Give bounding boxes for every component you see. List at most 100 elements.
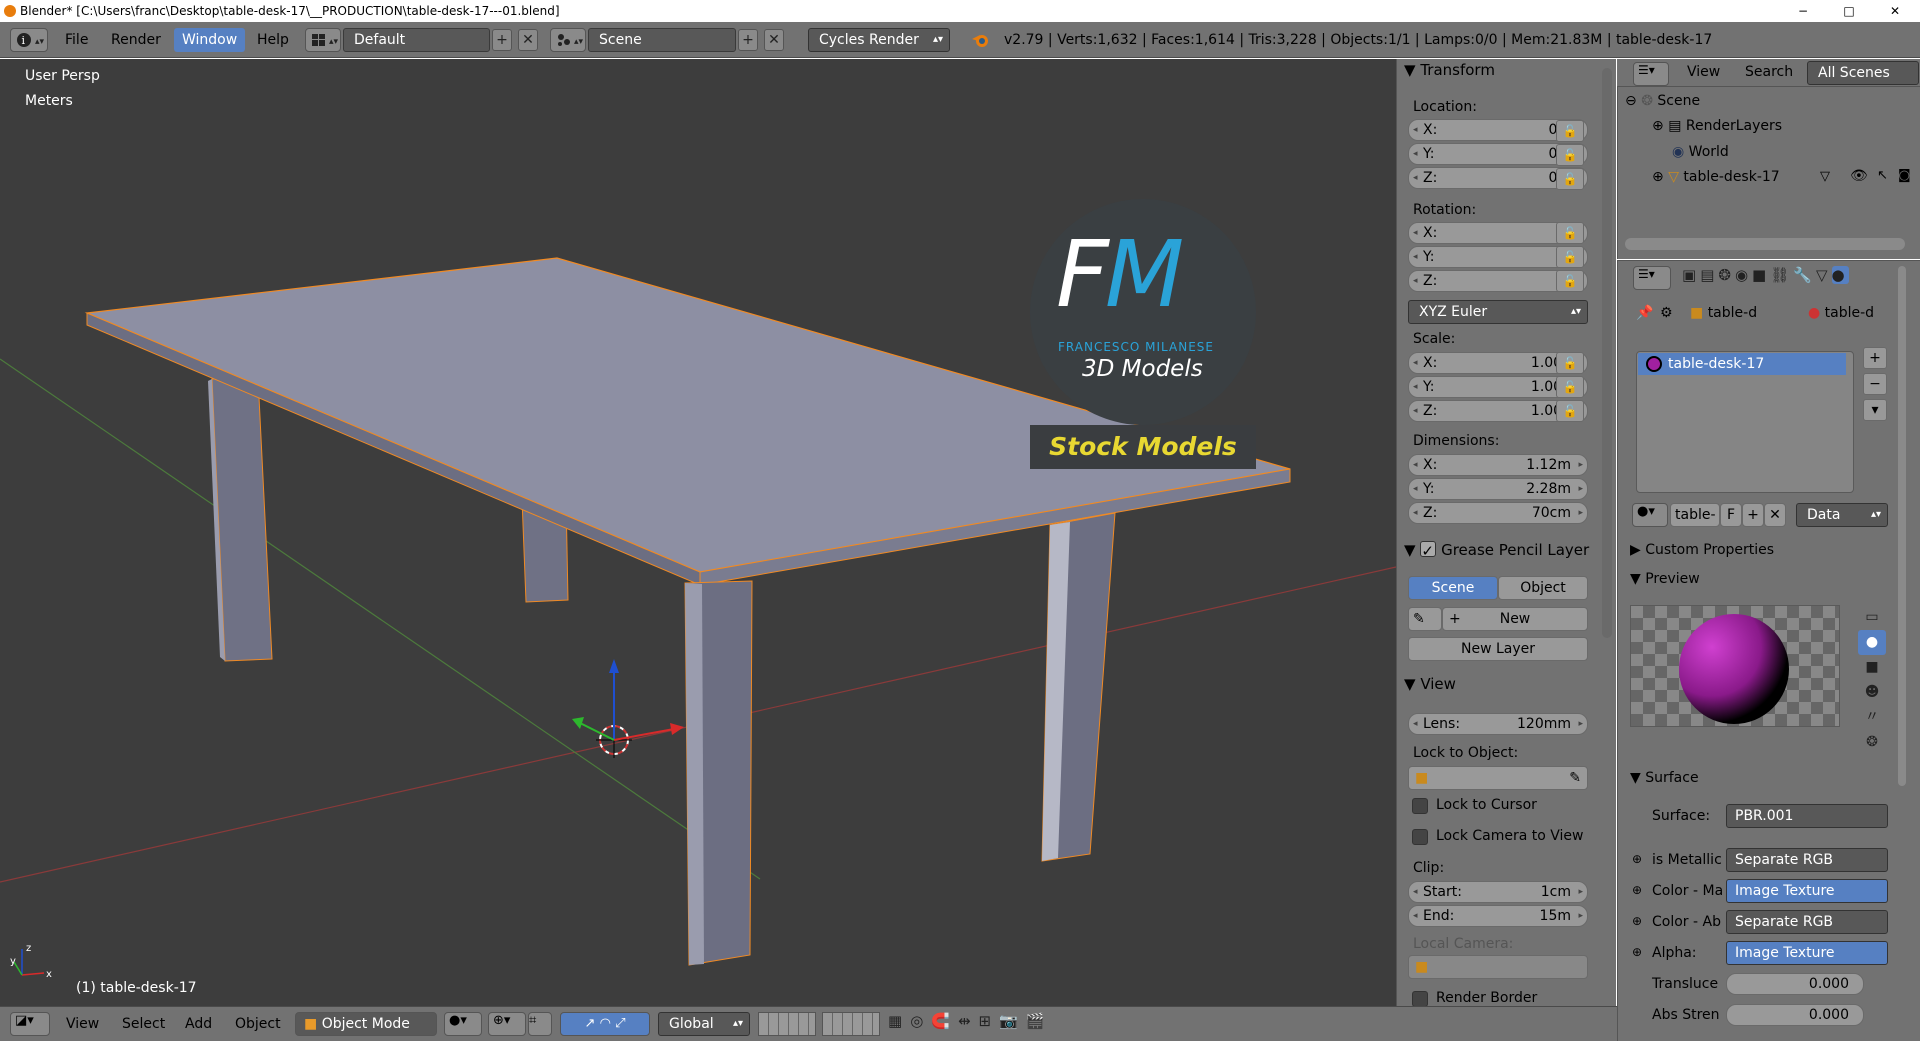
menu-render[interactable]: Render	[111, 32, 161, 48]
lock-camera-checkbox[interactable]	[1412, 829, 1428, 845]
lock-rotation-z-icon[interactable]: 🔓	[1556, 270, 1584, 292]
modifiers-tab-icon[interactable]: 🔧	[1793, 266, 1816, 284]
opengl-anim-icon[interactable]: 🎬	[1026, 1012, 1053, 1030]
manipulator-modes[interactable]: ↗ ◠ ⤢	[560, 1012, 650, 1036]
data-tab-icon[interactable]: ▽	[1816, 266, 1832, 284]
add-material-slot-button[interactable]: +	[1863, 347, 1887, 369]
expand-input-icon[interactable]: ⊕	[1632, 945, 1642, 959]
renderable-camera-icon[interactable]: ◙	[1898, 168, 1911, 183]
material-name-field[interactable]: table-	[1670, 503, 1720, 527]
lock-location-x-icon[interactable]: 🔓	[1556, 120, 1584, 142]
object-tab-icon[interactable]: ■	[1752, 266, 1770, 284]
expand-input-icon[interactable]: ⊕	[1632, 883, 1642, 897]
translucency-field[interactable]: 0.000	[1726, 973, 1864, 995]
preview-header[interactable]: ▼ Preview	[1630, 571, 1700, 587]
material-slot-item[interactable]: table-desk-17	[1638, 353, 1846, 375]
lens-field[interactable]: ◂ Lens: 120mm ▸	[1408, 713, 1588, 735]
bottom-menu-select[interactable]: Select	[122, 1016, 165, 1032]
remove-material-slot-button[interactable]: −	[1863, 373, 1887, 395]
gp-browse-button[interactable]: ✎	[1408, 607, 1442, 631]
surface-shader-dropdown[interactable]: PBR.001	[1726, 804, 1888, 828]
transform-manipulator[interactable]	[572, 659, 684, 741]
lock-cursor-checkbox[interactable]	[1412, 798, 1428, 814]
outliner-search-menu[interactable]: Search	[1745, 64, 1793, 80]
lock-rotation-x-icon[interactable]: 🔓	[1556, 222, 1584, 244]
lock-scale-x-icon[interactable]: 🔓	[1556, 352, 1584, 374]
translate-icon[interactable]: ↗	[585, 1016, 596, 1031]
layout-name-field[interactable]: Default	[343, 28, 490, 52]
local-camera-field[interactable]: ■	[1408, 955, 1588, 979]
input-metallic-dropdown[interactable]: Separate RGB	[1726, 848, 1888, 872]
properties-editor-type-button[interactable]: ☰▾	[1633, 266, 1671, 290]
lock-scale-z-icon[interactable]: 🔓	[1556, 400, 1584, 422]
dimensions-x-field[interactable]: ◂ X: 1.12m ▸	[1408, 454, 1588, 476]
lock-rotation-y-icon[interactable]: 🔓	[1556, 246, 1584, 268]
spheres-preview-icon[interactable]: ❂	[1858, 730, 1886, 755]
snap-tools[interactable]: ▦◎🧲⇹⊞📷🎬	[888, 1012, 1088, 1036]
input-color-ab-dropdown[interactable]: Separate RGB	[1726, 910, 1888, 934]
scene-name-field[interactable]: Scene	[588, 28, 736, 52]
material-specials-button[interactable]: ▾	[1863, 399, 1887, 421]
layers-grid-2[interactable]	[822, 1012, 880, 1036]
add-scene-button[interactable]: +	[738, 29, 758, 51]
manipulator-toggle-icon[interactable]: ⌗	[528, 1012, 552, 1036]
outliner-item-table-desk[interactable]: ⊕ ▽ table-desk-17	[1652, 166, 1912, 188]
layers-grid-1[interactable]	[758, 1012, 816, 1036]
gp-new-layer-button[interactable]: New Layer	[1408, 637, 1588, 661]
gp-object-tab[interactable]: Object	[1498, 576, 1588, 600]
sphere-preview-icon[interactable]: ●	[1858, 630, 1886, 655]
3d-view-editor-type-button[interactable]: ◪▾	[10, 1012, 50, 1036]
viewport-shading-dropdown[interactable]: ●▾	[444, 1012, 482, 1036]
outliner-item-world[interactable]: ◉ World	[1672, 141, 1912, 163]
clip-start-field[interactable]: ◂ Start: 1cm ▸	[1408, 881, 1588, 903]
properties-scrollbar[interactable]	[1898, 266, 1906, 786]
bottom-menu-object[interactable]: Object	[235, 1016, 281, 1032]
preview-type-buttons[interactable]: ▭ ● ■ ☻ 〃 ❂	[1858, 605, 1886, 751]
surface-header[interactable]: ▼ Surface	[1630, 770, 1699, 786]
material-tab-icon[interactable]: ●	[1831, 266, 1849, 284]
rotation-mode-dropdown[interactable]: XYZ Euler ▴▾	[1408, 300, 1588, 324]
constraints-tab-icon[interactable]: ⛓	[1770, 266, 1793, 284]
layout-browse-button[interactable]: ▴▾	[305, 28, 341, 52]
expand-input-icon[interactable]: ⊕	[1632, 914, 1642, 928]
menu-file[interactable]: File	[65, 32, 88, 48]
lock-location-z-icon[interactable]: 🔓	[1556, 168, 1584, 190]
orientation-dropdown[interactable]: Global ▴▾	[658, 1012, 750, 1036]
unlink-material-button[interactable]: ✕	[1764, 503, 1786, 527]
mode-dropdown[interactable]: ■ Object Mode	[295, 1012, 437, 1036]
bottom-menu-add[interactable]: Add	[185, 1016, 212, 1032]
properties-context-tabs[interactable]: ▣▤❂◉■⛓🔧▽●	[1682, 266, 1920, 290]
outliner-view-menu[interactable]: View	[1687, 64, 1720, 80]
maximize-button[interactable]: □	[1826, 0, 1872, 22]
proportional-edit-icon[interactable]: ◎	[910, 1012, 931, 1030]
minimize-button[interactable]: −	[1780, 0, 1826, 22]
viewport-scene[interactable]: z y x	[0, 59, 1396, 1006]
dimensions-y-field[interactable]: ◂ Y: 2.28m ▸	[1408, 478, 1588, 500]
scene-tab-icon[interactable]: ❂	[1718, 266, 1735, 284]
rotate-icon[interactable]: ◠	[600, 1016, 611, 1031]
custom-properties-header[interactable]: ▶ Custom Properties	[1630, 542, 1774, 558]
input-color-ma-dropdown[interactable]: Image Texture	[1726, 879, 1888, 903]
3d-viewport[interactable]: z y x	[0, 59, 1396, 1006]
delete-scene-button[interactable]: ✕	[764, 29, 784, 51]
render-border-checkbox[interactable]	[1412, 991, 1428, 1007]
abs-strength-field[interactable]: 0.000	[1726, 1004, 1864, 1026]
world-tab-icon[interactable]: ◉	[1735, 266, 1752, 284]
expand-input-icon[interactable]: ⊕	[1632, 852, 1642, 866]
snap-icon[interactable]: 🧲	[931, 1012, 958, 1030]
selectable-cursor-icon[interactable]: ↖	[1877, 168, 1888, 183]
lock-layers-icon[interactable]: ▦	[888, 1012, 910, 1030]
flat-preview-icon[interactable]: ▭	[1858, 605, 1886, 630]
grease-pencil-checkbox[interactable]: ✓	[1420, 540, 1437, 560]
render-engine-dropdown[interactable]: Cycles Render ▴▾	[808, 28, 950, 52]
outliner-hscrollbar[interactable]	[1625, 238, 1905, 250]
close-window-button[interactable]: ✕	[1872, 0, 1918, 22]
add-layout-button[interactable]: +	[492, 29, 512, 51]
menu-window[interactable]: Window	[174, 28, 246, 52]
snap-element-icon[interactable]: ⇹	[958, 1012, 979, 1030]
gp-new-button[interactable]: + New	[1442, 607, 1588, 631]
hair-preview-icon[interactable]: 〃	[1858, 705, 1886, 730]
lock-location-y-icon[interactable]: 🔓	[1556, 144, 1584, 166]
pivot-point-dropdown[interactable]: ⊕▾	[488, 1012, 526, 1036]
editor-type-info-button[interactable]: i ▴▾	[10, 28, 48, 52]
